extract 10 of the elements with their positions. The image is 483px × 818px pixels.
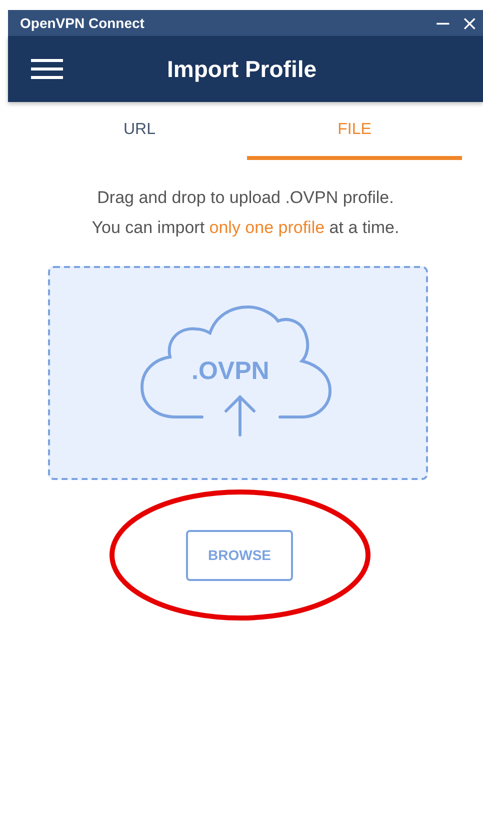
- window-title: OpenVPN Connect: [20, 15, 144, 31]
- file-type-label: .OVPN: [192, 357, 270, 386]
- instruction-text: Drag and drop to upload .OVPN profile.: [97, 188, 394, 208]
- close-button[interactable]: ×: [456, 11, 483, 35]
- instruction-text: You can import only one profile at a time.: [92, 218, 400, 238]
- menu-icon: [31, 58, 63, 80]
- page-title: Import Profile: [167, 56, 317, 82]
- minimize-button[interactable]: −: [429, 11, 456, 35]
- menu-button[interactable]: [31, 58, 63, 80]
- tab[interactable]: URL: [32, 104, 247, 160]
